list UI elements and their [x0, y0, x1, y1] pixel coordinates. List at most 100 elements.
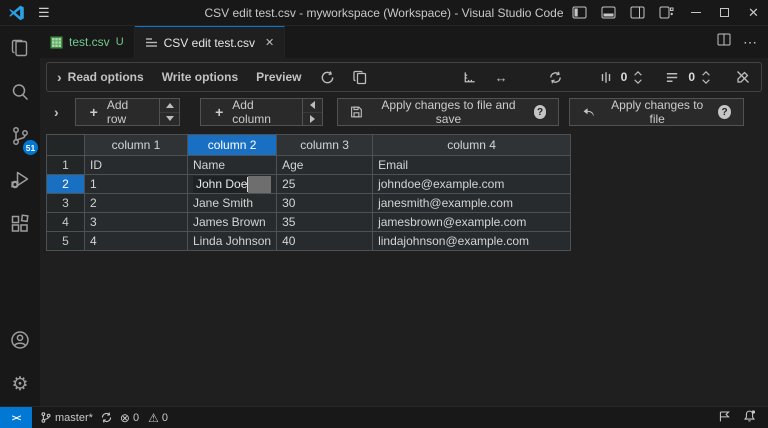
plus-icon: + — [90, 104, 98, 120]
cell[interactable]: 4 — [85, 232, 188, 251]
save-icon — [350, 105, 363, 119]
cell[interactable]: 35 — [277, 213, 373, 232]
resize-columns-icon[interactable] — [462, 70, 477, 85]
minimize-icon[interactable] — [681, 0, 710, 25]
vscode-logo-icon — [8, 5, 26, 21]
notifications-bell-icon[interactable] — [743, 409, 756, 426]
cell[interactable]: lindajohnson@example.com — [373, 232, 571, 251]
cell[interactable]: johndoe@example.com — [373, 175, 571, 194]
activity-bar: 51 ⚙ — [0, 26, 40, 406]
add-row-below-button[interactable] — [160, 112, 179, 126]
table-row: 4 3 James Brown 35 jamesbrown@example.co… — [47, 213, 571, 232]
row-number-selected[interactable]: 2 — [47, 175, 85, 194]
fixed-columns-value: 0 — [621, 70, 628, 84]
undo-arrow-icon — [582, 105, 596, 119]
row-number[interactable]: 4 — [47, 213, 85, 232]
arrows-horizontal-icon[interactable]: ↔ — [495, 70, 508, 85]
reload-icon[interactable] — [320, 70, 335, 85]
toggle-secondary-sidebar-icon[interactable] — [623, 0, 652, 25]
cell[interactable]: 25 — [277, 175, 373, 194]
cell[interactable]: 3 — [85, 213, 188, 232]
cell[interactable]: 30 — [277, 194, 373, 213]
cell[interactable]: janesmith@example.com — [373, 194, 571, 213]
cell[interactable]: Name — [188, 156, 277, 175]
extensions-icon[interactable] — [0, 202, 40, 246]
account-icon[interactable] — [0, 318, 40, 362]
tab-bar: test.csv U CSV edit test.csv ✕ ⋯ — [40, 26, 768, 58]
run-debug-icon[interactable] — [0, 158, 40, 202]
cell[interactable]: Jane Smith — [188, 194, 277, 213]
fixed-columns-stepper[interactable] — [633, 71, 643, 84]
settings-gear-icon[interactable]: ⚙ — [0, 362, 40, 406]
remote-indicator[interactable]: >< — [0, 407, 32, 428]
help-icon[interactable]: ? — [718, 105, 731, 119]
read-options-toggle[interactable]: Read options — [68, 70, 144, 84]
cell-editor-filler — [248, 176, 271, 193]
add-column-right-button[interactable] — [303, 112, 322, 126]
git-branch-status[interactable]: master* — [40, 411, 93, 424]
customize-layout-icon[interactable] — [652, 0, 681, 25]
explorer-icon[interactable] — [0, 26, 40, 70]
fixed-columns-icon — [599, 70, 613, 85]
expand-chevron-icon[interactable]: › — [57, 69, 62, 85]
problems-status[interactable]: ⊗ 0 ⚠ 0 — [120, 412, 168, 424]
copy-icon[interactable] — [353, 70, 367, 85]
editing-cell[interactable]: John Doe — [188, 175, 277, 194]
cell-editor-input[interactable]: John Doe — [193, 176, 247, 193]
cell[interactable]: ID — [85, 156, 188, 175]
add-column-left-button[interactable] — [303, 99, 322, 112]
column-header[interactable]: column 3 — [277, 135, 373, 156]
table-row: 1 ID Name Age Email — [47, 156, 571, 175]
cell[interactable]: Email — [373, 156, 571, 175]
write-options-toggle[interactable]: Write options — [162, 70, 238, 84]
fixed-rows-stepper[interactable] — [701, 71, 711, 84]
row-number[interactable]: 1 — [47, 156, 85, 175]
tab-test-csv[interactable]: test.csv U — [40, 26, 135, 58]
row-number[interactable]: 5 — [47, 232, 85, 251]
table-row: 5 4 Linda Johnson 40 lindajohnson@exampl… — [47, 232, 571, 251]
add-row-above-button[interactable] — [160, 99, 179, 112]
fixed-rows-icon — [665, 70, 680, 85]
feedback-icon[interactable] — [718, 410, 731, 426]
cell[interactable]: jamesbrown@example.com — [373, 213, 571, 232]
maximize-icon[interactable] — [710, 0, 739, 25]
actions-toolbar: › + Add row + Add column — [46, 92, 762, 132]
toggle-panel-icon[interactable] — [594, 0, 623, 25]
table-row: 3 2 Jane Smith 30 janesmith@example.com — [47, 194, 571, 213]
scm-badge: 51 — [23, 140, 38, 155]
sync-changes-button[interactable] — [100, 411, 113, 424]
cell[interactable]: 2 — [85, 194, 188, 213]
tab-csv-edit[interactable]: CSV edit test.csv ✕ — [135, 26, 286, 58]
branch-icon — [40, 411, 52, 424]
tab-close-icon[interactable]: ✕ — [265, 36, 274, 49]
column-header[interactable]: column 4 — [373, 135, 571, 156]
more-actions-icon[interactable]: ⋯ — [743, 34, 758, 51]
preview-toggle[interactable]: Preview — [256, 70, 301, 84]
add-column-button[interactable]: + Add column — [201, 99, 302, 125]
no-edit-icon[interactable] — [735, 69, 751, 85]
cell[interactable]: James Brown — [188, 213, 277, 232]
cell[interactable]: 40 — [277, 232, 373, 251]
help-icon[interactable]: ? — [534, 105, 547, 119]
apply-button[interactable]: Apply changes to file ? — [569, 98, 744, 126]
cell[interactable]: Age — [277, 156, 373, 175]
apply-save-button[interactable]: Apply changes to file and save ? — [337, 98, 559, 126]
source-control-icon[interactable]: 51 — [0, 114, 40, 158]
menu-icon[interactable]: ☰ — [38, 5, 50, 21]
add-row-group: + Add row — [75, 98, 180, 126]
toggle-sidebar-icon[interactable] — [565, 0, 594, 25]
cell[interactable]: 1 — [85, 175, 188, 194]
row-number[interactable]: 3 — [47, 194, 85, 213]
column-header-selected[interactable]: column 2 — [188, 135, 277, 156]
window-close-icon[interactable]: ✕ — [739, 0, 768, 25]
add-row-button[interactable]: + Add row — [76, 99, 159, 125]
column-header[interactable]: column 1 — [85, 135, 188, 156]
tab-label: CSV edit test.csv — [164, 36, 255, 50]
cell[interactable]: Linda Johnson — [188, 232, 277, 251]
fixed-rows-value: 0 — [688, 70, 695, 84]
collapse-chevron-icon[interactable]: › — [54, 104, 59, 120]
split-editor-icon[interactable] — [717, 33, 731, 51]
search-icon[interactable] — [0, 70, 40, 114]
corner-cell[interactable] — [47, 135, 85, 156]
sync-icon[interactable] — [548, 70, 563, 85]
